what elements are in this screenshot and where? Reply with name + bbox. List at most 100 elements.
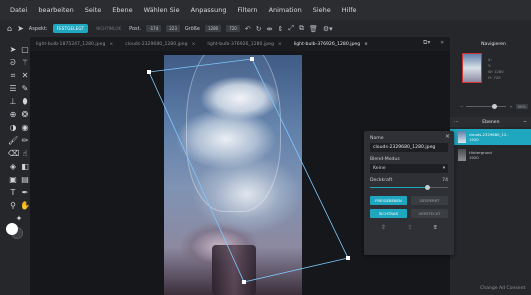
menu-select[interactable]: Wählen Sie [144,6,180,14]
close-icon[interactable]: × [364,42,368,47]
flip-horizontal-icon[interactable]: ⇹ [267,25,273,33]
navigator-thumbnail[interactable] [462,53,482,83]
blend-mode-select[interactable]: Keine ▾ [370,164,448,173]
aspect-free-button[interactable]: NICHTIMLOK [93,24,124,33]
marquee-tool-icon[interactable]: ▢ [20,45,30,55]
tab-document-3[interactable]: light-bulb-376926_1280.jpeg × [201,42,287,47]
zoom-in-icon[interactable]: + [509,104,512,109]
tab-label: light-bulb-376926_1280.jpeg [207,41,274,47]
layers-menu-icon[interactable]: ⋯ [454,120,459,125]
zoom-slider[interactable] [466,103,507,109]
size-width-field[interactable]: 1280 [205,25,222,32]
menu-adjustment[interactable]: Anpassung [191,6,227,14]
close-icon[interactable]: × [445,133,450,140]
fill-tool-icon[interactable]: ◈ [8,162,18,172]
tab-document-1[interactable]: light-bulb-1875247_1280.jpeg × [30,42,119,47]
menu-file[interactable]: Datei [10,6,27,14]
menu-help[interactable]: Hilfe [342,6,357,14]
foreground-color-swatch[interactable] [6,223,18,235]
hidden-button[interactable]: VERSTECKT [411,209,448,218]
frame-tool-icon[interactable]: ☰ [8,84,18,94]
unlock-button[interactable]: FREIGEBEBEN [370,196,407,205]
opacity-slider[interactable] [370,185,448,190]
pen-tool-icon[interactable]: ✒ [20,188,30,198]
blend-mode-label: Blend-Modus [370,157,400,162]
collapse-icon[interactable]: − [523,120,527,125]
close-icon[interactable]: × [278,42,282,47]
duplicate-icon[interactable]: ⧉ [299,24,304,33]
text-tool-icon[interactable]: T [8,188,18,198]
zoom-tool-icon[interactable]: ⚲ [8,201,18,211]
menu-bar: Datei bearbeiten Seite Ebene Wählen Sie … [0,0,531,20]
settings-icon[interactable]: ⚙▾ [323,25,333,33]
export-icon[interactable]: ⇧ [381,224,386,232]
visible-button[interactable]: SICHTBAR [370,209,407,218]
size-label: Größe [184,25,200,32]
hand-tool-icon[interactable]: ✋ [20,201,30,211]
image-tool-icon[interactable]: ▤ [20,175,30,185]
aspect-label: Aspekt: [28,25,48,32]
shape-tool-icon[interactable]: ▣ [8,175,18,185]
lasso-tool-icon[interactable]: ᘐ [8,58,18,68]
redo-icon[interactable]: ↻ [256,25,262,33]
brush-tool-icon[interactable]: 🖌 [8,136,18,146]
menu-animation[interactable]: Animation [269,6,302,14]
tab-document-4[interactable]: light-bulb-376926_1280.jpeg × [288,42,374,47]
menu-page[interactable]: Seite [85,6,101,14]
menu-edit[interactable]: bearbeiten [38,6,73,14]
stamp-tool-icon[interactable]: ⊥ [8,97,18,107]
layers-adjust-icon[interactable]: ⩩ [434,224,437,232]
undo-icon[interactable]: ↶ [245,25,251,33]
flip-vertical-icon[interactable]: ⇕ [277,25,283,33]
delete-icon[interactable]: 🗑 [309,25,318,33]
lock-button[interactable]: GESPERRT [411,196,448,205]
smudge-tool-icon[interactable]: ☝ [20,149,30,159]
eraser-tool-icon[interactable]: ⌫ [8,149,19,159]
opacity-value[interactable]: 74 [442,178,448,183]
right-panels: Navigieren X: Y: W: 1280 H: 720 − + 50% … [450,37,531,295]
move-tool-icon[interactable]: ➤ [8,45,18,55]
slice-tool-icon[interactable]: ✕ [20,71,30,81]
aspect-fixed-button[interactable]: FESTGELEGT [52,24,89,33]
crop-tool-icon[interactable]: ⌗ [8,71,18,81]
light-bulb-shape [186,55,281,212]
move-tool-icon: ➤ [17,23,24,33]
pattern-tool-icon[interactable]: ❂ [20,110,30,120]
heal-tool-icon[interactable]: ⊕ [8,110,18,120]
sponge-tool-icon[interactable]: ◉ [20,123,30,133]
menu-layer[interactable]: Ebene [112,6,132,14]
close-icon[interactable]: × [192,42,196,47]
ad-consent-link[interactable]: Change Ad Consent [480,286,525,291]
gradient-tool-icon[interactable]: ◧ [20,162,30,172]
spot-heal-icon[interactable]: ⬮ [20,97,30,107]
zoom-value[interactable]: 50% [515,103,528,109]
opacity-slider-knob[interactable] [425,185,431,190]
zoom-out-icon[interactable]: − [460,104,463,109]
zoom-row: − + 50% [460,103,528,109]
home-icon[interactable]: ⌂ [7,24,12,33]
transform-handle[interactable] [147,70,151,74]
magic-wand-icon[interactable]: ⚚ [20,58,30,68]
dodge-tool-icon[interactable]: ◑ [8,123,18,133]
size-height-field[interactable]: 720 [226,25,240,32]
position-y-field[interactable]: 223 [166,25,180,32]
menu-filter[interactable]: Filtern [237,6,257,14]
eyedropper-icon[interactable]: ✎ [20,84,30,94]
tab-document-2[interactable]: clouds-2329680_1280.jpeg × [119,42,201,47]
menu-view[interactable]: Siehe [313,6,331,14]
layer-item[interactable]: Hintergrund 1920 [450,147,531,163]
layer-name-field[interactable]: clouds-2329680_1280.jpeg [370,143,448,152]
close-icon[interactable]: × [109,42,113,47]
zoom-slider-knob[interactable] [492,103,498,109]
navigator-title: Navigieren [481,42,506,47]
collapse-panel-icon[interactable]: » [440,39,444,47]
layer-item[interactable]: clouds-2329680_12.. 1920 [450,129,531,145]
scale-icon[interactable]: ⤢ [288,24,294,33]
layer-thumbnail [458,131,466,143]
pencil-tool-icon[interactable]: ✏ [20,136,30,146]
transform-handle[interactable] [346,256,350,260]
magic-tool-icon[interactable]: ✦ [14,214,24,224]
new-tab-icon[interactable]: ⧉▾ [423,39,430,47]
merge-icon[interactable]: ⫶⫶ [408,224,411,232]
position-x-field[interactable]: -174 [146,25,162,32]
